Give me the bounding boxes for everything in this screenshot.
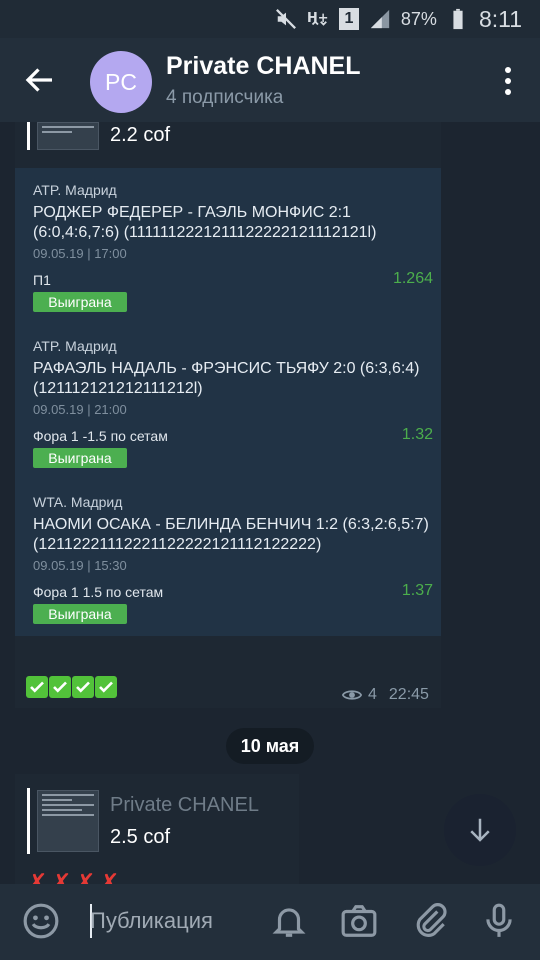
sim-badge: 1 [338,8,359,30]
bet-odds: 1.37 [401,582,433,599]
match-title: РАФАЭЛЬ НАДАЛЬ - ФРЭНСИС ТЬЯФУ 2:0 (6:3,… [33,360,420,397]
more-vert-icon[interactable] [504,66,512,96]
back-arrow-icon[interactable] [22,62,58,98]
cross-mark-icon: ✗ [26,868,48,884]
check-mark-icon [26,676,48,698]
message-list[interactable]: 2.2 cof ATP. Мадрид РОДЖЕР ФЕДЕРЕР - ГАЭ… [0,122,540,884]
signal-icon [370,9,390,29]
match-date: 09.05.19 | 21:00 [33,402,127,417]
forward-sender-name[interactable]: Private CHANEL [110,794,259,817]
check-mark-icon [72,676,94,698]
bet-type: П1 [33,272,51,288]
quote-bar [27,788,30,854]
scroll-down-button[interactable] [444,794,516,866]
match-league: ATP. Мадрид [33,338,117,354]
mic-icon[interactable] [480,902,518,940]
match-title: НАОМИ ОСАКА - БЕЛИНДА БЕНЧИЧ 1:2 (6:3,2:… [33,516,429,553]
battery-percent: 87% [400,8,437,29]
message-bubble[interactable]: 2.2 cof [15,122,441,160]
match-block: ATP. Мадрид РОДЖЕР ФЕДЕРЕР - ГАЭЛЬ МОНФИ… [33,182,433,322]
chat-header: PC Private CHANEL 4 подписчика [0,38,540,122]
match-block: WTA. Мадрид НАОМИ ОСАКА - БЕЛИНДА БЕНЧИЧ… [33,494,433,634]
subscriber-count: 4 подписчика [166,87,284,108]
mute-icon [275,9,296,29]
message-text: 2.5 cof [110,826,171,848]
match-date: 09.05.19 | 17:00 [33,246,127,261]
bet-type: Фора 1 1.5 по сетам [33,584,164,600]
match-league: ATP. Мадрид [33,182,117,198]
status-badge: Выиграна [33,448,127,468]
camera-icon[interactable] [340,902,378,940]
date-divider: 10 мая [226,728,314,764]
check-emoji-row [26,676,117,698]
forward-thumbnail[interactable] [37,790,99,852]
bet-card-image[interactable]: ATP. Мадрид РОДЖЕР ФЕДЕРЕР - ГАЭЛЬ МОНФИ… [15,168,441,636]
check-mark-icon [49,676,71,698]
cross-mark-icon: ✗ [98,868,120,884]
match-title: РОДЖЕР ФЕДЕРЕР - ГАЭЛЬ МОНФИС 2:1 (6:0,4… [33,204,377,241]
status-bar: H+ 1 87% 8:11 [0,0,540,38]
message-input[interactable]: Публикация [90,908,213,934]
eye-icon [342,690,362,700]
bet-odds: 1.264 [392,270,433,287]
status-badge: Выиграна [33,292,127,312]
forward-thumbnail[interactable] [37,122,99,150]
message-meta: 4 22:45 [342,686,429,704]
bell-icon[interactable] [270,902,308,940]
cross-mark-icon: ✗ [50,868,72,884]
emoji-icon[interactable] [22,902,60,940]
data-arrows-icon: H+ [307,11,328,26]
channel-title[interactable]: Private CHANEL [166,52,361,81]
attach-icon[interactable] [412,902,450,940]
cross-mark-icon: ✗ [74,868,96,884]
bet-odds: 1.32 [401,426,433,443]
match-block: ATP. Мадрид РАФАЭЛЬ НАДАЛЬ - ФРЭНСИС ТЬЯ… [33,338,433,478]
check-mark-icon [95,676,117,698]
battery-icon [453,8,463,30]
message-time: 22:45 [388,686,429,703]
bet-type: Фора 1 -1.5 по сетам [33,428,168,444]
view-count: 4 [368,686,377,703]
match-date: 09.05.19 | 15:30 [33,558,127,573]
composer-bar: Публикация [0,884,540,960]
arrow-down-icon [470,818,490,842]
clock: 8:11 [478,5,522,32]
status-badge: Выиграна [33,604,127,624]
avatar[interactable]: PC [90,51,152,113]
message-text: 2.2 cof [110,124,171,146]
match-league: WTA. Мадрид [33,494,123,510]
quote-bar [27,122,30,150]
